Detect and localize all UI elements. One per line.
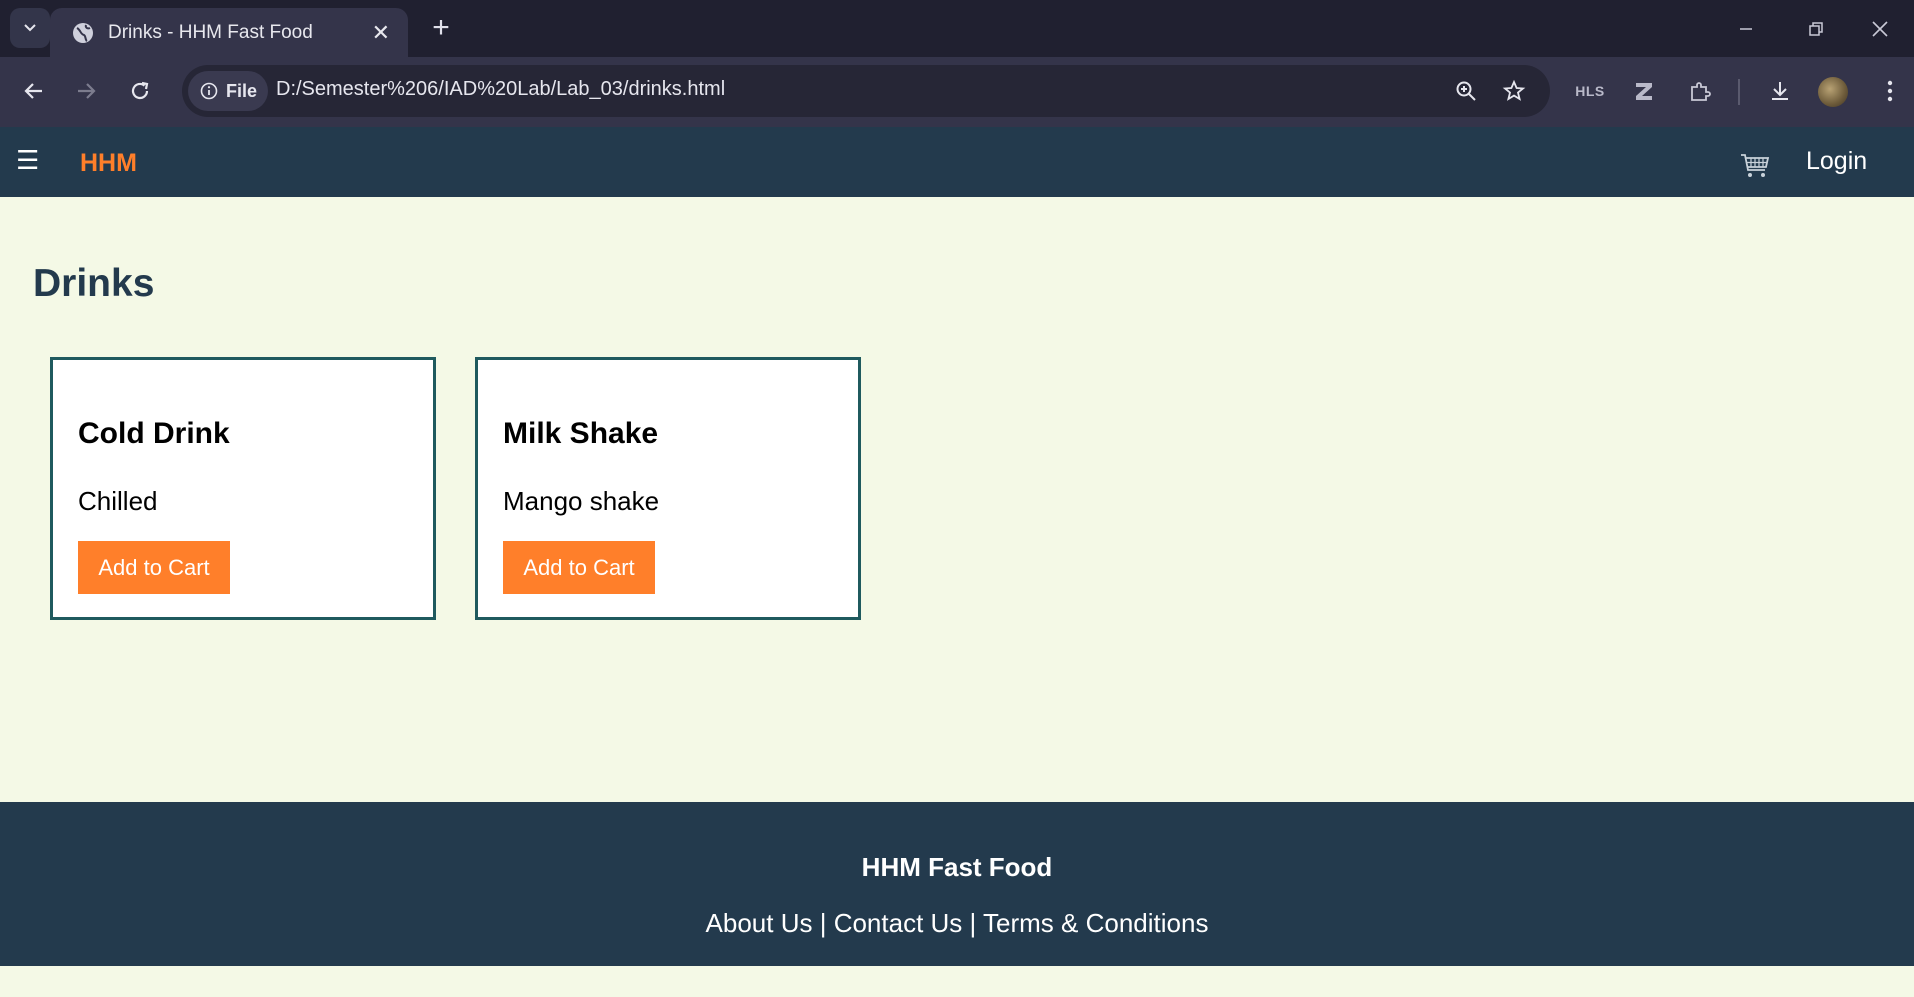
footer-link-terms[interactable]: Terms & Conditions — [983, 908, 1208, 938]
profile-avatar[interactable] — [1818, 77, 1848, 107]
cart-icon[interactable] — [1740, 151, 1770, 179]
restore-window-button[interactable] — [1782, 0, 1850, 57]
browser-tab-active[interactable]: Drinks - HHM Fast Food ✕ — [50, 8, 408, 57]
site-chip-label: File — [226, 80, 258, 101]
toolbar-separator — [1738, 79, 1740, 105]
forward-arrow-icon — [78, 83, 96, 99]
download-icon — [1772, 82, 1788, 100]
url-text[interactable]: D:/Semester%206/IAD%20Lab/Lab_03/drinks.… — [276, 78, 725, 101]
hls-extension-label: HLS — [1575, 83, 1605, 99]
product-name: Cold Drink — [78, 417, 230, 450]
add-to-cart-button[interactable]: Add to Cart — [503, 541, 655, 594]
product-description: Chilled — [78, 486, 158, 516]
product-card-cold-drink: Cold Drink Chilled Add to Cart — [50, 357, 436, 620]
footer-links: About Us | Contact Us | Terms & Conditio… — [0, 908, 1914, 939]
browser-toolbar: File D:/Semester%206/IAD%20Lab/Lab_03/dr… — [0, 57, 1914, 127]
close-window-button[interactable] — [1846, 0, 1914, 57]
bookmark-star-icon[interactable] — [1500, 77, 1528, 105]
new-tab-button[interactable]: + — [424, 10, 458, 46]
globe-icon — [73, 22, 93, 43]
brand-logo-text[interactable]: HHM — [80, 149, 137, 178]
back-button[interactable] — [14, 71, 54, 111]
zoom-icon[interactable] — [1452, 77, 1480, 105]
footer-title: HHM Fast Food — [861, 852, 1053, 882]
minimize-window-button[interactable] — [1712, 0, 1780, 57]
z-extension-icon — [1636, 83, 1652, 100]
reload-button[interactable] — [120, 71, 160, 111]
hamburger-menu-icon[interactable]: ☰ — [16, 145, 39, 175]
z-extension-button[interactable] — [1624, 71, 1664, 111]
close-icon — [1872, 20, 1888, 37]
login-link[interactable]: Login — [1806, 147, 1867, 176]
footer-link-about[interactable]: About Us — [706, 908, 813, 938]
footer-separator: | — [812, 908, 834, 938]
site-footer: HHM Fast Food About Us | Contact Us | Te… — [0, 802, 1914, 966]
browser-tab-strip: Drinks - HHM Fast Food ✕ + — [0, 0, 1914, 57]
add-to-cart-button[interactable]: Add to Cart — [78, 541, 230, 594]
extensions-button[interactable] — [1680, 71, 1720, 111]
tab-title: Drinks - HHM Fast Food — [108, 21, 313, 43]
footer-link-contact[interactable]: Contact Us — [834, 908, 963, 938]
site-info-chip[interactable]: File — [188, 71, 268, 111]
chevron-down-icon — [24, 24, 36, 32]
more-vertical-icon — [1887, 80, 1893, 102]
close-tab-icon[interactable]: ✕ — [372, 20, 390, 46]
site-header: ☰ HHM Login — [0, 127, 1914, 197]
hls-extension-button[interactable]: HLS — [1570, 71, 1610, 111]
tab-search-button[interactable] — [10, 8, 50, 48]
footer-separator: | — [962, 908, 984, 938]
back-arrow-icon — [24, 83, 42, 99]
product-description: Mango shake — [503, 486, 660, 516]
page-title: Drinks — [33, 262, 155, 305]
address-bar[interactable]: File D:/Semester%206/IAD%20Lab/Lab_03/dr… — [182, 65, 1550, 117]
downloads-button[interactable] — [1760, 71, 1800, 111]
minimize-icon — [1740, 27, 1752, 30]
product-name: Milk Shake — [503, 417, 659, 450]
info-icon — [200, 82, 218, 100]
browser-menu-button[interactable] — [1870, 71, 1910, 111]
product-card-milk-shake: Milk Shake Mango shake Add to Cart — [475, 357, 861, 620]
restore-icon — [1809, 21, 1823, 36]
forward-button[interactable] — [66, 71, 106, 111]
puzzle-icon — [1691, 82, 1711, 101]
reload-icon — [131, 81, 149, 100]
